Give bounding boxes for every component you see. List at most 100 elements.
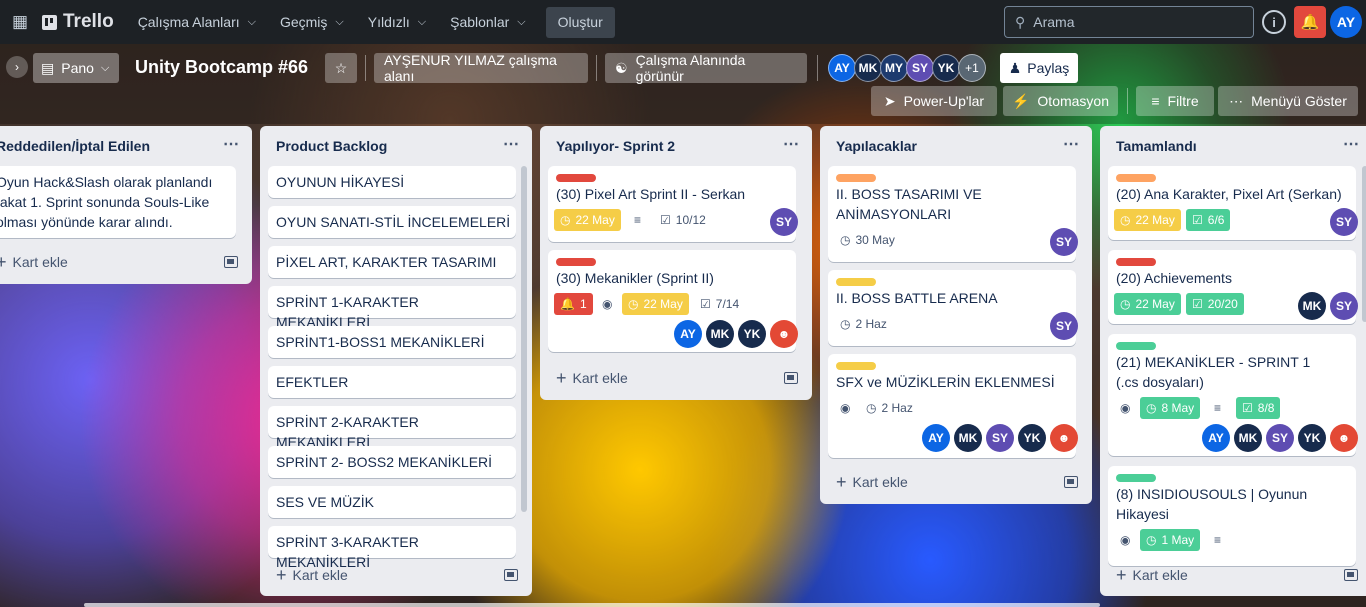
card-member-avatar[interactable]: MK	[706, 320, 734, 348]
starred-menu[interactable]: Yıldızlı ⌵	[358, 6, 436, 38]
list-menu-icon[interactable]: ⋯	[503, 134, 520, 154]
board-view-switcher[interactable]: ▤ Pano ⌵	[33, 53, 119, 83]
due-date-badge[interactable]: ◷ 1 May	[1140, 529, 1201, 551]
card-template-icon[interactable]	[504, 569, 518, 581]
board-horizontal-scrollbar[interactable]	[84, 603, 1100, 607]
card-member-avatar[interactable]: SY	[1050, 312, 1078, 340]
show-menu-button[interactable]: ⋯ Menüyü Göster	[1218, 86, 1358, 116]
list-card[interactable]: SFX ve MÜZİKLERİN EKLENMESİ ◉ ◷ 2 Haz AY …	[828, 354, 1078, 458]
app-switcher-icon[interactable]: ▦	[0, 0, 40, 44]
list-scrollbar[interactable]	[1362, 166, 1366, 322]
card-member-avatar[interactable]: SY	[1330, 208, 1358, 236]
create-button[interactable]: Oluştur	[545, 6, 615, 38]
due-date-badge[interactable]: ◷ 22 May	[622, 293, 689, 315]
list-card[interactable]: (8) INSIDIOUSOULS | Oyunun Hikayesi ◉ ◷ 1…	[1108, 466, 1356, 566]
card-template-icon[interactable]	[1344, 569, 1358, 581]
list-card[interactable]: Oyun Hack&Slash olarak planlandı fakat 1…	[0, 166, 236, 238]
list-card[interactable]: (20) Ana Karakter, Pixel Art (Serkan) ◷ 2…	[1108, 166, 1358, 240]
workspace-button[interactable]: AYŞENUR YILMAZ çalışma alanı	[374, 52, 588, 84]
user-avatar[interactable]: AY	[1330, 6, 1362, 38]
default-user-avatar-icon[interactable]: ☻	[1330, 424, 1358, 452]
due-date-badge[interactable]: ◷ 8 May	[1140, 397, 1201, 419]
list-card[interactable]: (21) MEKANİKLER - SPRINT 1 (.cs dosyalar…	[1108, 334, 1358, 456]
due-date-badge[interactable]: ◷ 2 Haz	[834, 313, 893, 335]
due-date-badge[interactable]: ◷ 22 May	[554, 209, 621, 231]
share-button[interactable]: ♟ Paylaş	[1000, 53, 1078, 83]
list-card[interactable]: II. BOSS BATTLE ARENA ◷ 2 Haz SY	[828, 270, 1078, 346]
list-card[interactable]: (20) Achievements ◷ 22 May ☑ 20/20 MK SY	[1108, 250, 1358, 324]
list-card[interactable]: SPRİNT 1-KARAKTER MEKANİKLERİ	[268, 286, 516, 330]
member-avatar[interactable]: YK	[932, 54, 960, 82]
board-title[interactable]: Unity Bootcamp #66	[135, 57, 308, 78]
card-template-icon[interactable]	[224, 256, 238, 268]
list-title[interactable]: Yapılacaklar	[836, 138, 917, 154]
list-card[interactable]: (30) Mekanikler (Sprint II) 🔔 1 ◉ ◷ 22 May…	[548, 250, 798, 352]
add-card-button[interactable]: + Kart ekle	[836, 473, 908, 491]
member-avatar[interactable]: MY	[880, 54, 908, 82]
list-card[interactable]: II. BOSS TASARIMI VE ANİMASYONLARI ◷ 30 M…	[828, 166, 1078, 262]
search-box[interactable]: ⚲	[1004, 6, 1254, 38]
filter-button[interactable]: ≡ Filtre	[1136, 86, 1214, 116]
powerups-button[interactable]: ➤ Power-Up'lar	[871, 86, 997, 116]
member-avatar[interactable]: MK	[854, 54, 882, 82]
card-template-icon[interactable]	[784, 372, 798, 384]
card-member-avatar[interactable]: SY	[1050, 228, 1078, 256]
card-template-icon[interactable]	[1064, 476, 1078, 488]
add-card-button[interactable]: + Kart ekle	[276, 566, 348, 584]
trello-logo[interactable]: Trello	[42, 11, 114, 33]
add-card-button[interactable]: + Kart ekle	[1116, 566, 1356, 584]
due-date-badge[interactable]: ◷ 22 May	[1114, 209, 1181, 231]
list-card[interactable]: SES VE MÜZİK	[268, 486, 516, 518]
automation-button[interactable]: ⚡ Otomasyon	[1003, 86, 1118, 116]
list-menu-icon[interactable]: ⋯	[783, 134, 800, 154]
list-title[interactable]: Yapılıyor- Sprint 2	[556, 138, 675, 154]
add-card-button[interactable]: + Kart ekle	[556, 369, 628, 387]
default-user-avatar-icon[interactable]: ☻	[770, 320, 798, 348]
visibility-button[interactable]: ☯ Çalışma Alanında görünür	[605, 52, 807, 84]
card-member-avatar[interactable]: MK	[1234, 424, 1262, 452]
notification-badge[interactable]: 🔔 1	[554, 293, 593, 315]
recent-menu[interactable]: Geçmiş ⌵	[270, 6, 354, 38]
list-card[interactable]: SPRİNT1-BOSS1 MEKANİKLERİ	[268, 326, 516, 358]
list-card[interactable]: PİXEL ART, KARAKTER TASARIMI	[268, 246, 516, 278]
card-member-avatar[interactable]: AY	[674, 320, 702, 348]
card-member-avatar[interactable]: SY	[770, 208, 798, 236]
card-member-avatar[interactable]: YK	[738, 320, 766, 348]
templates-menu[interactable]: Şablonlar ⌵	[440, 6, 536, 38]
card-member-avatar[interactable]: SY	[1330, 292, 1358, 320]
more-members-button[interactable]: +1	[958, 54, 986, 82]
list-title[interactable]: Product Backlog	[276, 138, 387, 154]
due-date-badge[interactable]: ◷ 30 May	[834, 229, 901, 251]
due-date-badge[interactable]: ◷ 2 Haz	[860, 397, 919, 419]
list-menu-icon[interactable]: ⋯	[1343, 134, 1360, 154]
card-member-avatar[interactable]: MK	[954, 424, 982, 452]
card-member-avatar[interactable]: SY	[1266, 424, 1294, 452]
search-input[interactable]	[1033, 14, 1234, 30]
sidebar-expand-icon[interactable]: ›	[6, 56, 28, 78]
notifications-bell-icon[interactable]: 🔔	[1294, 6, 1326, 38]
list-menu-icon[interactable]: ⋯	[1063, 134, 1080, 154]
list-card[interactable]: OYUNUN HİKAYESİ	[268, 166, 516, 198]
workspaces-menu[interactable]: Çalışma Alanları ⌵	[128, 6, 266, 38]
list-title[interactable]: Tamamlandı	[1116, 138, 1197, 154]
card-member-avatar[interactable]: AY	[1202, 424, 1230, 452]
list-card[interactable]: OYUN SANATI-STİL İNCELEMELERİ	[268, 206, 516, 238]
add-card-button[interactable]: + Kart ekle	[0, 253, 68, 271]
default-user-avatar-icon[interactable]: ☻	[1050, 424, 1078, 452]
member-avatar[interactable]: SY	[906, 54, 934, 82]
card-member-avatar[interactable]: YK	[1018, 424, 1046, 452]
card-member-avatar[interactable]: SY	[986, 424, 1014, 452]
list-scrollbar[interactable]	[521, 166, 527, 512]
list-card[interactable]: EFEKTLER	[268, 366, 516, 398]
list-card[interactable]: (30) Pixel Art Sprint II - Serkan ◷ 22 Ma…	[548, 166, 798, 242]
info-icon[interactable]: i	[1262, 10, 1286, 34]
due-date-badge[interactable]: ◷ 22 May	[1114, 293, 1181, 315]
list-menu-icon[interactable]: ⋯	[223, 134, 240, 154]
list-card[interactable]: SPRİNT 2-KARAKTER MEKANİKLERİ	[268, 406, 516, 450]
card-member-avatar[interactable]: MK	[1298, 292, 1326, 320]
card-member-avatar[interactable]: YK	[1298, 424, 1326, 452]
list-card[interactable]: SPRİNT 2- BOSS2 MEKANİKLERİ	[268, 446, 516, 478]
list-title[interactable]: Reddedilen/İptal Edilen	[0, 138, 150, 154]
member-avatar[interactable]: AY	[828, 54, 856, 82]
list-card[interactable]: SPRİNT 3-KARAKTER MEKANİKLERİ	[268, 526, 516, 570]
